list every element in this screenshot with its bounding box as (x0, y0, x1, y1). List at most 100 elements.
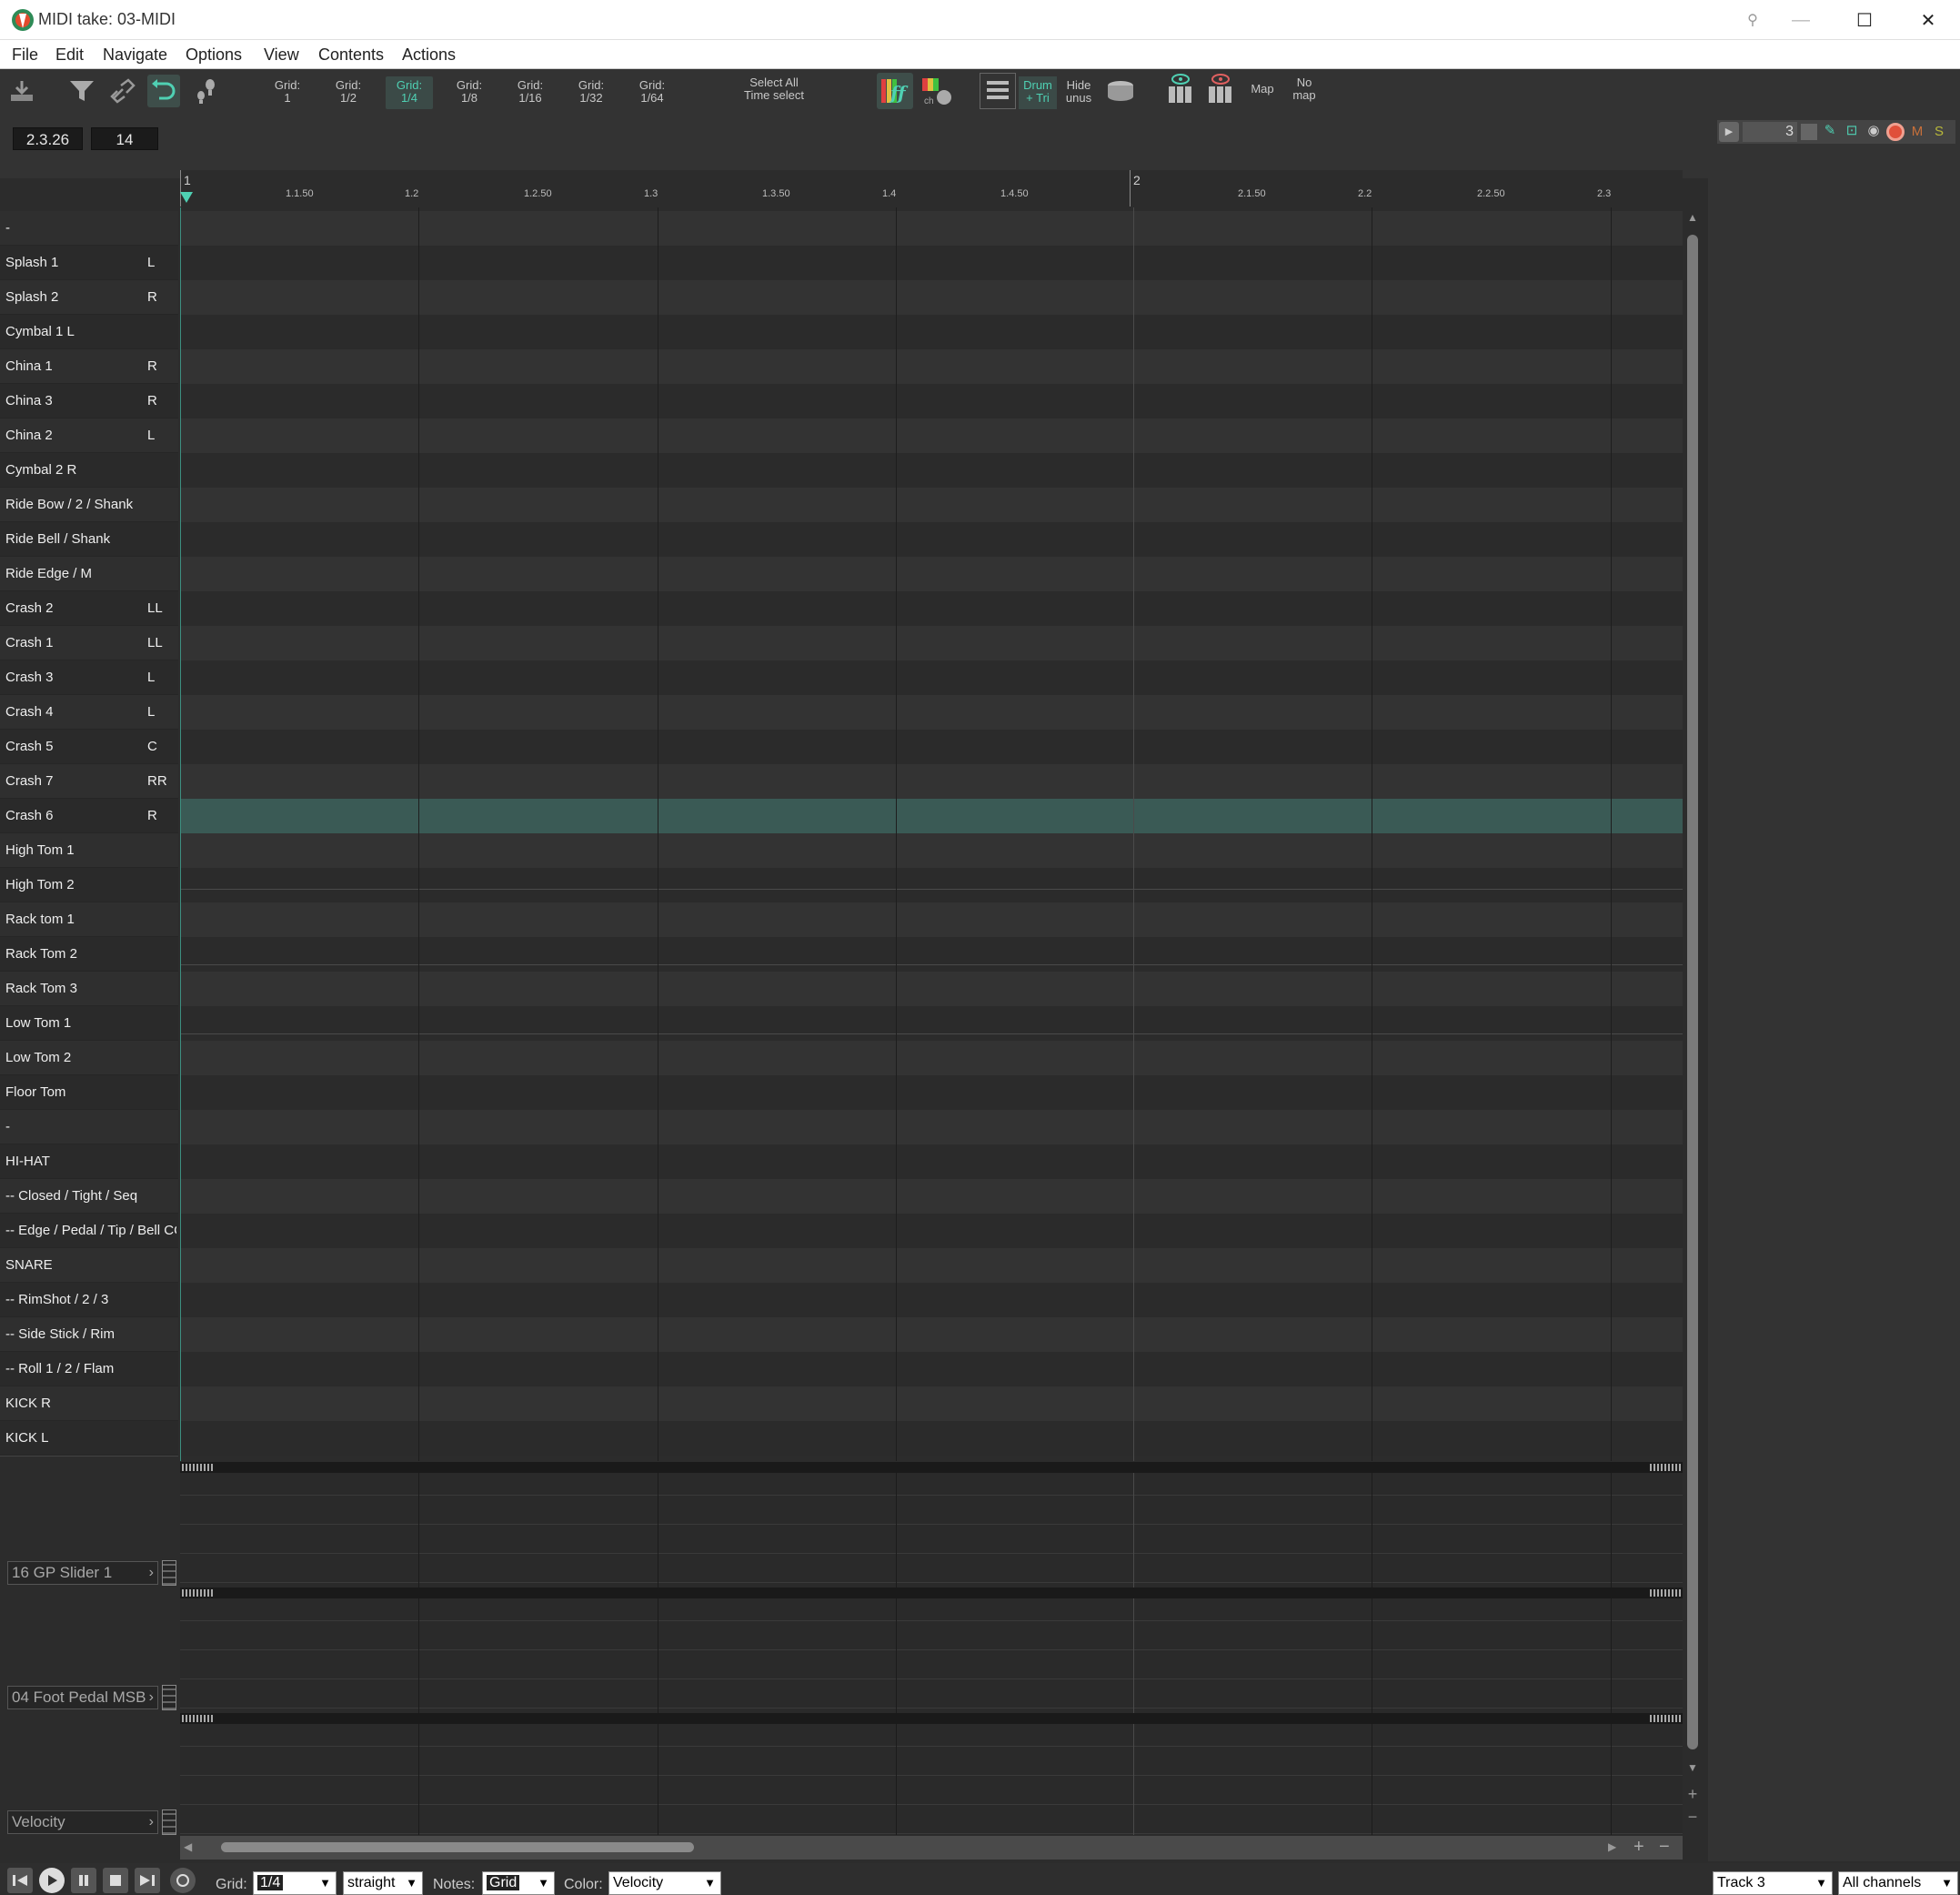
cc-lane-divider[interactable] (180, 1713, 1683, 1724)
channel-color-icon[interactable]: ch (919, 73, 955, 109)
channel-select[interactable]: All channels ▼ (1838, 1871, 1958, 1895)
note-lane[interactable] (180, 833, 1683, 868)
drum-key-row[interactable]: Crash 4L (0, 695, 178, 730)
grid-1-64-button[interactable]: Grid: 1/64 (628, 76, 676, 109)
grid-1-2-button[interactable]: Grid: 1/2 (325, 76, 372, 109)
link-icon[interactable] (107, 75, 140, 107)
note-lane[interactable] (180, 1075, 1683, 1110)
note-lane[interactable] (180, 280, 1683, 315)
resize-grip-icon[interactable] (182, 1589, 213, 1597)
grid-1-4-button[interactable]: Grid: 1/4 (386, 76, 433, 109)
note-lane[interactable] (180, 937, 1683, 972)
cc-lane-selector[interactable]: Velocity › (7, 1810, 158, 1834)
drum-key-row[interactable]: Crash 3L (0, 660, 178, 695)
drum-key-row[interactable]: Rack tom 1 (0, 902, 178, 937)
mute-button[interactable]: M (1908, 122, 1926, 142)
drum-key-row[interactable]: SNARE (0, 1248, 178, 1283)
drum-key-row[interactable]: Ride Bow / 2 / Shank (0, 488, 178, 522)
drum-key-row[interactable]: Crash 5C (0, 730, 178, 764)
value-display[interactable]: 14 (91, 127, 158, 150)
note-lane[interactable] (180, 557, 1683, 591)
drum-key-row[interactable]: -- Edge / Pedal / Tip / Bell CC (0, 1214, 178, 1248)
resize-grip-icon[interactable] (1650, 1464, 1681, 1471)
note-lane[interactable] (180, 349, 1683, 384)
scroll-up-icon[interactable]: ▲ (1687, 211, 1698, 229)
scroll-left-icon[interactable]: ◀ (184, 1840, 192, 1853)
resize-grip-icon[interactable] (182, 1715, 213, 1722)
cc-lane-menu-icon[interactable] (162, 1560, 176, 1586)
timeline-ruler[interactable]: 1 2 1.1.50 1.2 1.2.50 1.3 1.3.50 1.4 1.4.50 2.1.5… (180, 170, 1683, 207)
note-lane[interactable] (180, 418, 1683, 453)
note-lane[interactable] (180, 591, 1683, 626)
drum-key-row[interactable]: -- Closed / Tight / Seq (0, 1179, 178, 1214)
play-button[interactable] (39, 1868, 65, 1893)
note-lane[interactable] (180, 1421, 1683, 1456)
piano-roll-view-icon[interactable] (980, 73, 1016, 109)
note-lane[interactable] (180, 1283, 1683, 1317)
drum-key-row[interactable]: Cymbal 1 L (0, 315, 178, 349)
drum-key-row[interactable]: HI-HAT (0, 1144, 178, 1179)
hide-unused-button[interactable]: Hide unus (1060, 79, 1097, 105)
drum-key-row[interactable]: Crash 1 LL (0, 626, 178, 660)
zoom-out-horizontal-icon[interactable]: − (1659, 1837, 1670, 1857)
note-lane[interactable] (180, 522, 1683, 557)
stop-button[interactable] (103, 1868, 128, 1893)
drum-key-row[interactable]: KICK R (0, 1386, 178, 1421)
scroll-down-icon[interactable]: ▼ (1687, 1761, 1698, 1779)
drum-key-row[interactable]: - (0, 211, 178, 246)
drum-key-row[interactable]: -- Side Stick / Rim (0, 1317, 178, 1352)
note-lane[interactable] (180, 488, 1683, 522)
grid-1-32-button[interactable]: Grid: 1/32 (568, 76, 615, 109)
maximize-button[interactable]: ☐ (1833, 0, 1896, 40)
drum-key-row[interactable]: -- RimShot / 2 / 3 (0, 1283, 178, 1317)
go-to-end-icon[interactable] (135, 1868, 160, 1893)
horizontal-scroll-thumb[interactable] (221, 1842, 694, 1852)
note-lane[interactable] (180, 902, 1683, 937)
drum-key-row[interactable]: China 3R (0, 384, 178, 418)
close-button[interactable]: ✕ (1896, 0, 1960, 40)
resize-grip-icon[interactable] (1650, 1715, 1681, 1722)
cc-lane-divider[interactable] (180, 1462, 1683, 1473)
note-lane[interactable] (180, 730, 1683, 764)
grid-select[interactable]: 1/4 ▼ (253, 1871, 337, 1895)
drum-key-row[interactable]: Crash 6R (0, 799, 178, 833)
note-lane[interactable] (180, 211, 1683, 246)
note-lane[interactable] (180, 1214, 1683, 1248)
drum-key-row[interactable]: - (0, 1110, 178, 1144)
track-header[interactable]: ▶ 3 ✎ ⊡ ◉ M S (1717, 120, 1955, 144)
drum-key-row[interactable]: Splash 1L (0, 246, 178, 280)
drum-key-row[interactable]: Rack Tom 3 (0, 972, 178, 1006)
note-lane[interactable] (180, 972, 1683, 1006)
show-notes-icon[interactable] (1164, 71, 1197, 107)
note-lane[interactable] (180, 1179, 1683, 1214)
menu-contents[interactable]: Contents (318, 45, 384, 65)
notes-select[interactable]: Grid ▼ (482, 1871, 555, 1895)
note-lane[interactable] (180, 246, 1683, 280)
note-lane[interactable] (180, 1317, 1683, 1352)
note-lane[interactable] (180, 1110, 1683, 1144)
track-select[interactable]: Track 3 ▼ (1713, 1871, 1833, 1895)
drum-key-row[interactable]: Splash 2R (0, 280, 178, 315)
menu-navigate[interactable]: Navigate (103, 45, 167, 65)
note-lane[interactable] (180, 868, 1683, 902)
play-track-icon[interactable]: ▶ (1719, 122, 1739, 142)
step-input-icon[interactable] (189, 75, 222, 107)
drum-icon[interactable] (1104, 75, 1137, 107)
playhead-marker-icon[interactable] (180, 192, 193, 203)
minimize-button[interactable]: — (1769, 0, 1833, 40)
cc-lane-3[interactable] (180, 1724, 1683, 1835)
drum-key-row[interactable]: Floor Tom (0, 1075, 178, 1110)
record-arm-icon[interactable] (1886, 123, 1905, 141)
note-lane[interactable] (180, 1248, 1683, 1283)
note-lane[interactable] (180, 453, 1683, 488)
zoom-out-icon[interactable]: − (1685, 1809, 1700, 1827)
drum-key-row[interactable]: Rack Tom 2 (0, 937, 178, 972)
menu-view[interactable]: View (264, 45, 299, 65)
drum-key-row[interactable]: China 2L (0, 418, 178, 453)
note-lane[interactable] (180, 695, 1683, 730)
menu-actions[interactable]: Actions (402, 45, 456, 65)
zoom-in-horizontal-icon[interactable]: + (1633, 1837, 1644, 1857)
no-map-button[interactable]: No map (1286, 76, 1322, 102)
drum-tri-button[interactable]: Drum + Tri (1019, 76, 1057, 109)
note-lane[interactable] (180, 1352, 1683, 1386)
